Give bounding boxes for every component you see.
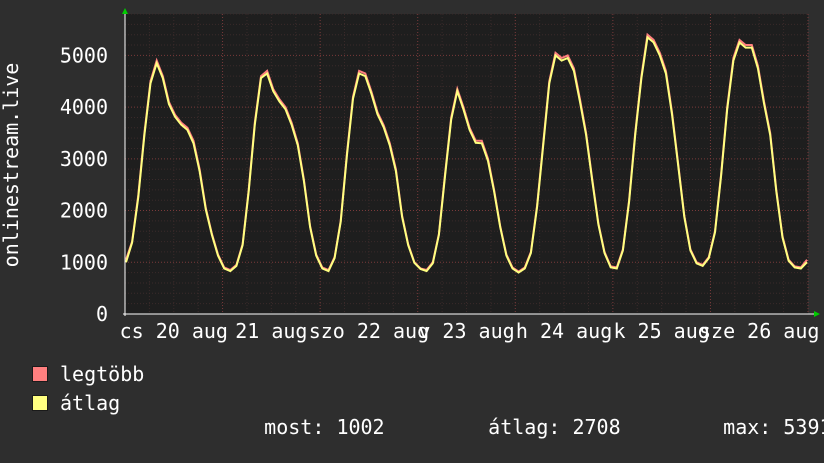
y-tick-label: 2000 [60,199,108,223]
stat-maximum: max: 5391 [675,391,824,463]
x-tick-label: szo 22 aug [309,319,429,343]
legend-label-avg: átlag [60,391,121,415]
stat-current-value: 1002 [336,415,385,439]
y-tick-label: 1000 [60,250,108,274]
stat-maximum-label: max: [723,415,772,439]
stat-average: átlag: 2708 [440,391,621,463]
x-axis-arrow [814,311,820,317]
chart-panel: 0 1000 2000 3000 4000 5000 cs 20 aug 21 aug szo… [0,0,824,439]
legend-label-max: legtöbb [60,362,145,386]
legend-swatch-avg [32,395,48,411]
y-tick-label: 3000 [60,147,108,171]
stat-current: most: 1002 [216,391,385,463]
y-tick-label: 4000 [60,95,108,119]
x-tick-label: 21 aug [235,319,307,343]
legend-item-avg: átlag [32,391,120,415]
legend-item-max: legtöbb [32,362,144,386]
y-axis-arrow [122,8,128,14]
y-tick-labels: 0 1000 2000 3000 4000 5000 [60,43,108,326]
y-tick-label: 5000 [60,43,108,67]
x-tick-label: k 25 aug [613,319,709,343]
chart-svg: 0 1000 2000 3000 4000 5000 cs 20 aug 21 aug szo… [0,8,820,343]
legend-swatch-max [32,366,48,382]
x-tick-label: sze 26 aug [699,319,819,343]
x-tick-label: h 24 aug [516,319,612,343]
stat-current-label: most: [264,415,325,439]
x-tick-label: cs 20 aug [120,319,228,343]
stat-maximum-value: 5391 [783,415,824,439]
stat-average-value: 2708 [572,415,621,439]
x-tick-labels: cs 20 aug 21 aug szo 22 augv 23 aug h 24 au… [120,319,820,343]
y-tick-label: 0 [96,302,108,326]
stat-average-label: átlag: [488,415,561,439]
y-axis-label: onlinestream.live [0,63,23,268]
x-tick-label: v 23 aug [418,319,514,343]
